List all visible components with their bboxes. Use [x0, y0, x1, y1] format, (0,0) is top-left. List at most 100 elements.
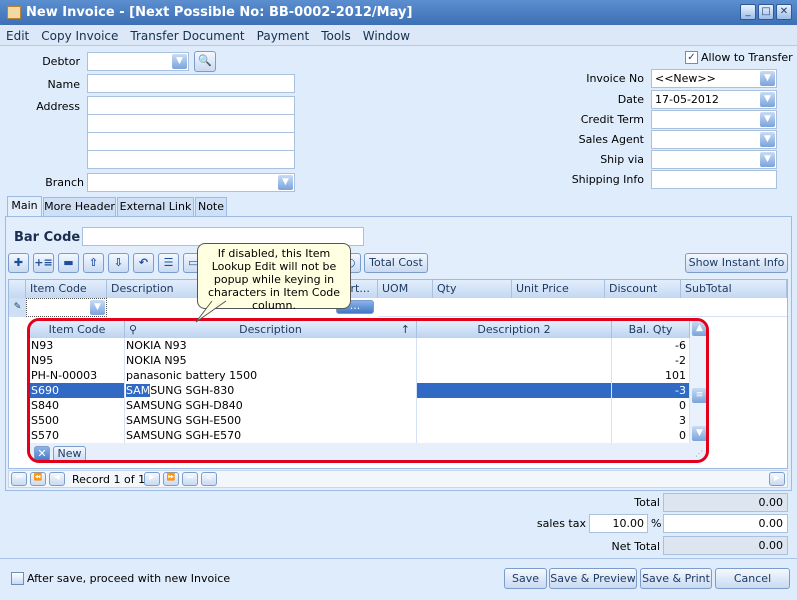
new-item-button[interactable]: New [53, 446, 86, 460]
close-button[interactable]: ✕ [776, 4, 792, 20]
total-label: Total [634, 496, 660, 509]
minimize-button[interactable]: _ [740, 4, 756, 20]
sales-agent-select[interactable]: ▼ [651, 130, 777, 149]
move-down-button[interactable]: ⇩ [108, 253, 129, 273]
save-print-button[interactable]: Save & Print [640, 568, 712, 589]
col-discount[interactable]: Discount [605, 280, 681, 298]
address-line-2[interactable] [87, 114, 295, 133]
menu-payment[interactable]: Payment [251, 25, 316, 47]
lookup-row[interactable]: S500 SAMSUNG SGH-E500 3 [30, 413, 690, 428]
proceed-new-checkbox[interactable] [11, 572, 24, 585]
menu-tools[interactable]: Tools [315, 25, 357, 47]
scroll-up-icon[interactable]: ▲ [692, 321, 706, 336]
lookup-col-item-code[interactable]: Item Code [30, 321, 125, 338]
lookup-row[interactable]: S690 SAMSUNG SGH-830 -3 [30, 383, 690, 398]
menu-edit[interactable]: Edit [0, 25, 35, 47]
move-up-button[interactable]: ⇧ [83, 253, 104, 273]
col-unit-price[interactable]: Unit Price [512, 280, 605, 298]
close-lookup-button[interactable]: ✕ [34, 446, 50, 460]
divider [0, 558, 797, 559]
lookup-row[interactable]: PH-N-00003 panasonic battery 1500 101 [30, 368, 690, 383]
list-button[interactable]: ☰ [158, 253, 179, 273]
menu-copy-invoice[interactable]: Copy Invoice [35, 25, 124, 47]
scroll-right-button[interactable]: ▶ [769, 472, 785, 486]
lookup-cell-desc: SAMSUNG SGH-E500 [125, 413, 417, 428]
undo-button[interactable]: ↶ [133, 253, 154, 273]
col-qty[interactable]: Qty [433, 280, 512, 298]
search-debtor-button[interactable]: 🔍 [194, 51, 216, 72]
add-row-button[interactable]: ✚ [8, 253, 29, 273]
shipping-info-label: Shipping Info [571, 173, 644, 186]
total-cost-button[interactable]: Total Cost [364, 253, 428, 273]
credit-term-label: Credit Term [580, 113, 644, 126]
lookup-row[interactable]: S840 SAMSUNG SGH-D840 0 [30, 398, 690, 413]
lookup-row[interactable]: S570 SAMSUNG SGH-E570 0 [30, 428, 690, 443]
allow-transfer-checkbox[interactable]: ✓ [685, 51, 698, 64]
maximize-button[interactable]: □ [758, 4, 774, 20]
lookup-col-description-2[interactable]: Description 2 [417, 321, 612, 338]
lookup-cell-code: PH-N-00003 [30, 368, 125, 383]
lookup-row[interactable]: N95 NOKIA N95 -2 [30, 353, 690, 368]
sales-tax-value[interactable]: 0.00 [663, 514, 788, 533]
chevron-down-icon: ▼ [760, 92, 775, 107]
next-record-button[interactable]: ▶ [144, 472, 160, 486]
scroll-thumb[interactable]: ≡ [692, 388, 706, 403]
lookup-cell-qty: -3 [612, 383, 690, 398]
collapse-button[interactable]: < [201, 472, 217, 486]
lookup-col-bal-qty[interactable]: Bal. Qty [612, 321, 690, 338]
menu-bar: Edit Copy Invoice Transfer Document Payment… [0, 25, 797, 46]
arrow-up-icon: ⇧ [88, 256, 99, 269]
prev-record-button[interactable]: ◀ [49, 472, 65, 486]
sales-tax-rate-input[interactable]: 10.00 [589, 514, 648, 533]
search-icon: 🔍 [198, 54, 212, 67]
prev-page-button[interactable]: ⏪ [30, 472, 46, 486]
tab-external-link[interactable]: External Link [117, 197, 194, 217]
invoice-no-value: <<New>> [655, 72, 716, 85]
show-instant-info-button[interactable]: Show Instant Info [685, 253, 788, 273]
insert-row-button[interactable]: +≡ [33, 253, 54, 273]
col-subtotal[interactable]: SubTotal [681, 280, 787, 298]
last-record-button[interactable]: ⏭ [182, 472, 198, 486]
credit-term-select[interactable]: ▼ [651, 110, 777, 129]
percent-label: % [651, 517, 662, 530]
date-picker[interactable]: 17-05-2012 ▼ [651, 90, 777, 109]
tab-note[interactable]: Note [195, 197, 227, 217]
item-code-cell[interactable]: ▼ [26, 298, 107, 317]
lookup-cell-code: N95 [30, 353, 125, 368]
address-line-1[interactable] [87, 96, 295, 115]
close-icon: ✕ [37, 447, 47, 460]
lookup-scrollbar[interactable]: ▲ ≡ ▼ [690, 321, 706, 443]
col-item-code[interactable]: Item Code [26, 280, 107, 298]
name-label: Name [47, 78, 80, 91]
lookup-cell-desc2 [417, 338, 612, 353]
delete-row-button[interactable]: ▬ [58, 253, 79, 273]
branch-select[interactable]: ▼ [87, 173, 295, 192]
save-preview-button[interactable]: Save & Preview [549, 568, 637, 589]
lookup-cell-code: S690 [30, 383, 125, 398]
debtor-select[interactable]: ▼ [87, 52, 189, 71]
name-input[interactable] [87, 74, 295, 93]
invoice-no-select[interactable]: <<New>> ▼ [651, 69, 777, 88]
resize-grip-icon[interactable]: ⋰ [695, 449, 703, 458]
menu-transfer-document[interactable]: Transfer Document [124, 25, 250, 47]
menu-window[interactable]: Window [357, 25, 416, 47]
scroll-down-icon[interactable]: ▼ [692, 426, 706, 441]
lookup-row[interactable]: N93 NOKIA N93 -6 [30, 338, 690, 353]
tab-more-header[interactable]: More Header [43, 197, 116, 217]
date-label: Date [617, 93, 644, 106]
first-record-button[interactable]: ⏮ [11, 472, 27, 486]
ship-via-select[interactable]: ▼ [651, 150, 777, 169]
lookup-cell-desc: SAMSUNG SGH-830 [125, 383, 417, 398]
barcode-label: Bar Code [14, 230, 81, 245]
save-button[interactable]: Save [504, 568, 547, 589]
tab-main[interactable]: Main [7, 196, 42, 217]
chevron-down-icon: ▼ [760, 152, 775, 167]
sales-agent-label: Sales Agent [578, 133, 644, 146]
address-line-3[interactable] [87, 132, 295, 151]
cancel-button[interactable]: Cancel [715, 568, 790, 589]
lookup-col-description[interactable]: ⚲ Description ↑ [125, 321, 417, 338]
next-page-button[interactable]: ⏩ [163, 472, 179, 486]
shipping-info-input[interactable] [651, 170, 777, 189]
address-line-4[interactable] [87, 150, 295, 169]
col-uom[interactable]: UOM [378, 280, 433, 298]
